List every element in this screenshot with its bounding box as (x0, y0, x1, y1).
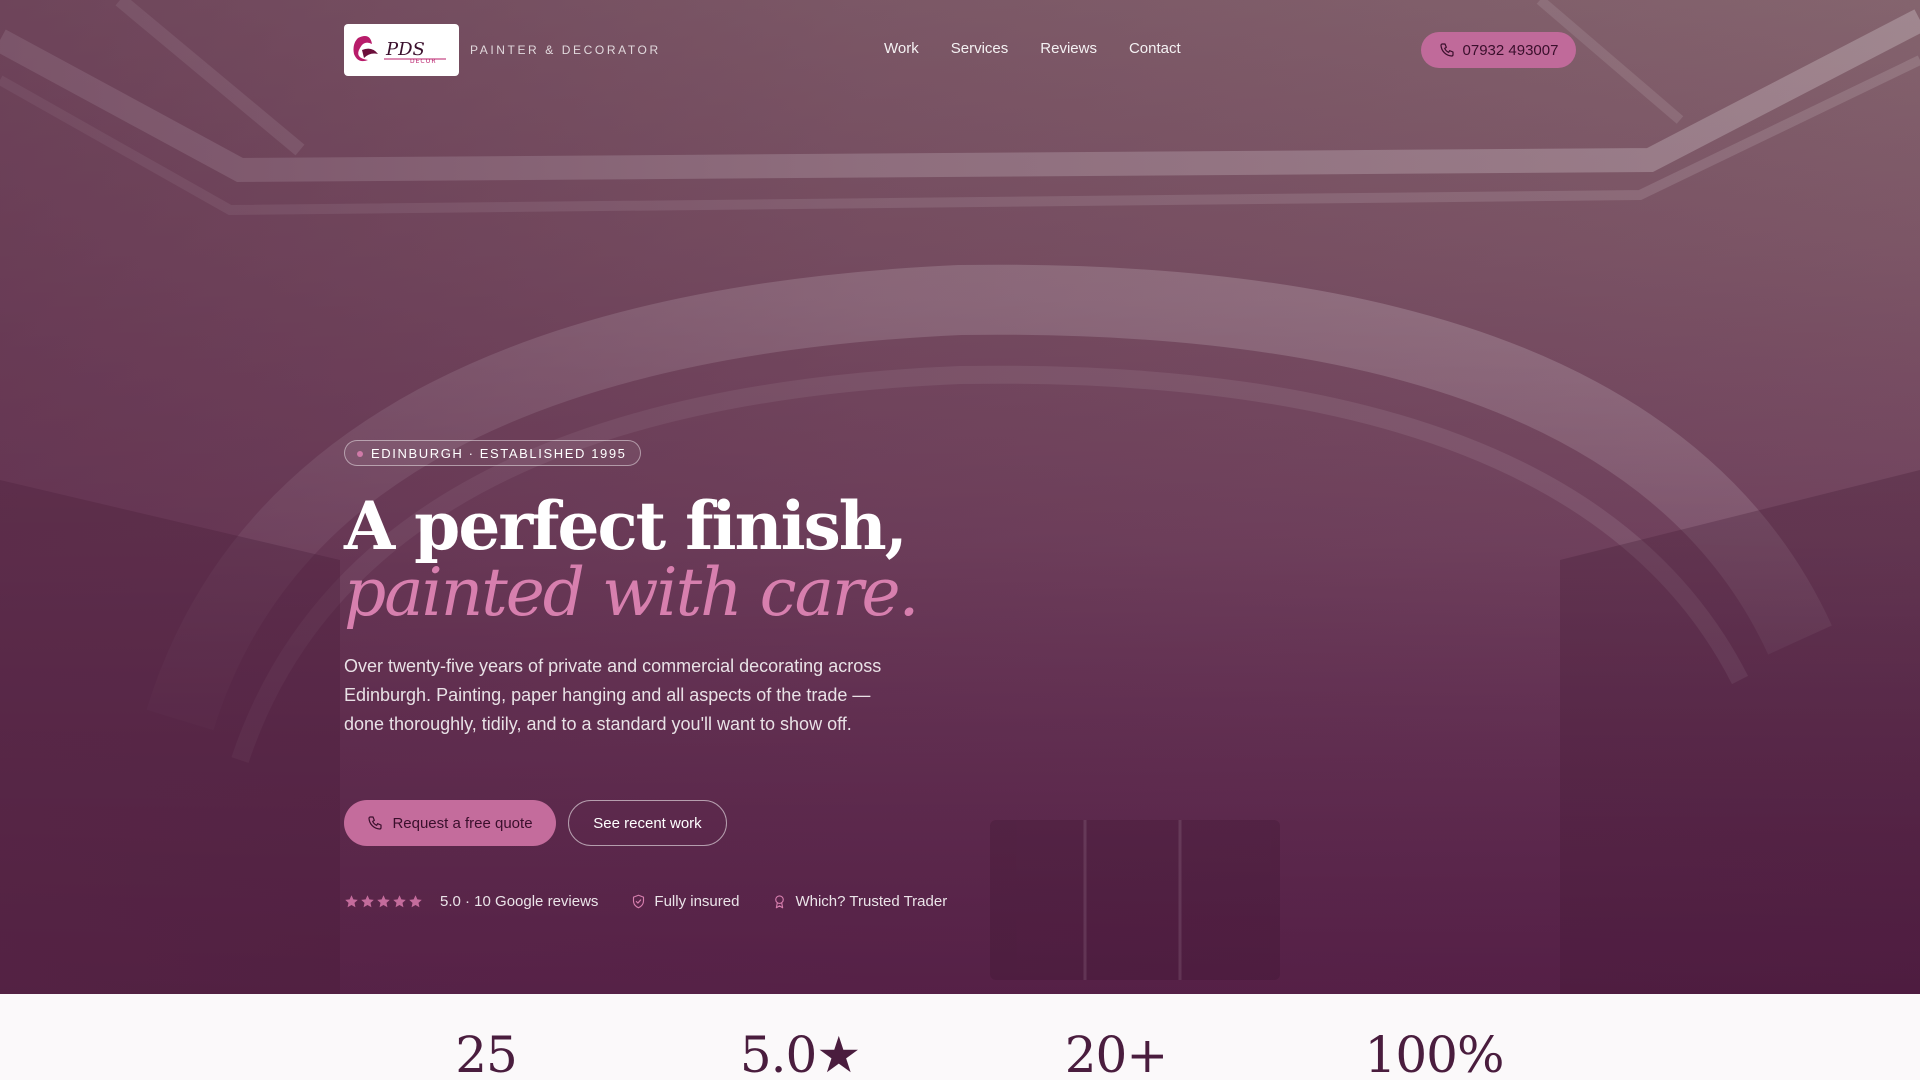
call-phone-button[interactable]: 07932 493007 (1421, 32, 1576, 68)
star-icon (409, 895, 422, 908)
nav-link-work[interactable]: Work (884, 40, 919, 57)
trusted-trader-text: Which? Trusted Trader (795, 893, 948, 910)
insured-text: Fully insured (654, 893, 740, 910)
rating-text: 5.0 · 10 Google reviews (440, 893, 599, 910)
logo[interactable]: PDS DECOR (344, 24, 459, 76)
see-recent-work-button[interactable]: See recent work (568, 800, 727, 846)
shield-check-icon (633, 894, 645, 909)
star-icon (393, 895, 406, 908)
rating-stars (344, 894, 423, 909)
stat-percent-value: 100% (1364, 1026, 1505, 1080)
phone-number: 07932 493007 (1462, 41, 1559, 59)
logo-mark-icon: PDS DECOR (353, 36, 446, 65)
phone-icon (1439, 43, 1454, 57)
badge-dot-icon (357, 451, 363, 457)
request-quote-label: Request a free quote (392, 814, 533, 832)
stats-strip: 25 5.0★ 20+ 100% (0, 994, 1920, 1080)
hero-overlay (0, 0, 1920, 994)
hero-section: PDS DECOR PAINTER & DECORATOR Work Servi… (0, 0, 1920, 994)
stat-years-value: 25 (455, 1026, 518, 1080)
phone-icon (368, 816, 383, 830)
trust-signals: 5.0 · 10 Google reviews Fully insured Wh… (344, 893, 947, 910)
brand-tagline: PAINTER & DECORATOR (470, 43, 661, 57)
nav-link-contact[interactable]: Contact (1129, 40, 1181, 57)
hero-headline-line2: painted with care. (344, 554, 920, 631)
hero-description: Over twenty-five years of private and co… (344, 656, 882, 734)
star-icon (361, 895, 374, 908)
insured-signal: Fully insured (631, 893, 739, 910)
star-icon (377, 895, 390, 908)
request-quote-button[interactable]: Request a free quote (344, 800, 556, 846)
location-badge: EDINBURGH · ESTABLISHED 1995 (344, 440, 641, 466)
google-rating: 5.0 · 10 Google reviews (344, 893, 598, 910)
stat-rating-value: 5.0★ (739, 1026, 861, 1080)
badge-text: EDINBURGH · ESTABLISHED 1995 (371, 445, 627, 461)
nav-link-reviews[interactable]: Reviews (1040, 40, 1097, 57)
nav-link-services[interactable]: Services (951, 40, 1009, 57)
star-icon (345, 895, 358, 908)
stat-count-value: 20+ (1064, 1026, 1169, 1080)
trusted-trader-signal: Which? Trusted Trader (772, 893, 947, 910)
award-icon (775, 895, 785, 909)
svg-text:PDS: PDS (385, 39, 425, 60)
main-nav: Work Services Reviews Contact (884, 40, 1181, 57)
